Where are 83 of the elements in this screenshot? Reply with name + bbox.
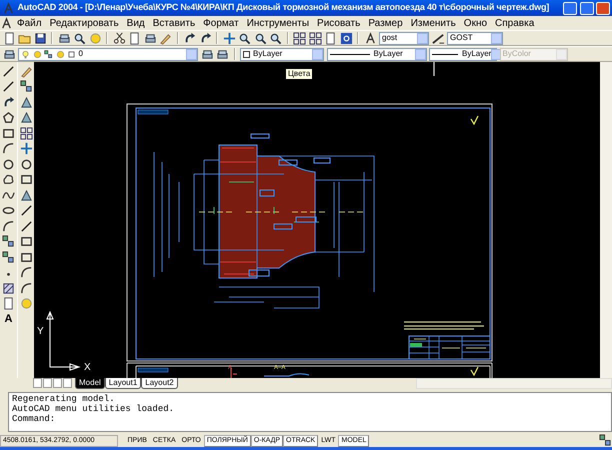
squares-icon [44, 50, 53, 58]
brush-icon[interactable] [159, 32, 172, 44]
color-dropdown[interactable]: ByLayer [240, 48, 324, 60]
menu-item[interactable]: Рисовать [313, 16, 364, 30]
square-icon [67, 50, 76, 58]
menu-item[interactable]: Вставить [148, 16, 200, 30]
polygon-icon[interactable] [2, 111, 15, 124]
line-icon[interactable] [2, 64, 15, 78]
ucs-axis-label: X [84, 361, 91, 375]
layout-tab[interactable]: Model [75, 378, 105, 389]
document-icon [0, 16, 13, 30]
sun-icon [56, 50, 64, 58]
lineweight-dropdown[interactable]: ByLayer [429, 48, 497, 60]
command-prompt[interactable]: Command: [12, 414, 608, 424]
text-tool-button[interactable]: A [4, 312, 12, 324]
app-icon [2, 2, 15, 14]
text-style-dropdown[interactable]: gost [379, 32, 429, 44]
tray-icon[interactable] [599, 434, 612, 447]
move-icon[interactable] [20, 142, 32, 155]
layer-name: 0 [78, 48, 83, 60]
first-tab-button[interactable] [32, 378, 42, 388]
design-center-icon[interactable] [308, 32, 322, 44]
polyline-icon[interactable] [2, 96, 15, 108]
hatch-icon[interactable] [2, 282, 15, 294]
maximize-button[interactable] [580, 2, 594, 14]
text-style-icon[interactable] [364, 32, 376, 44]
menu-item[interactable]: Файл [13, 16, 46, 30]
color-swatch-icon [243, 50, 250, 58]
redo-icon[interactable] [198, 32, 212, 44]
last-tab-button[interactable] [62, 378, 72, 388]
menu-item[interactable]: Формат [199, 16, 243, 30]
property-value: ByLayer [253, 48, 282, 60]
menu-item[interactable]: Редактировать [46, 16, 123, 30]
layout-tab[interactable]: Layout2 [141, 378, 178, 389]
vertical-scrollbar[interactable] [600, 62, 612, 378]
pan-icon[interactable] [222, 32, 236, 44]
horizontal-scrollbar[interactable] [416, 378, 612, 389]
save-icon[interactable] [34, 32, 46, 44]
property-value: ByColor [502, 48, 531, 60]
menu-item[interactable]: Окно [460, 16, 492, 30]
arc-icon[interactable] [2, 142, 15, 155]
menu-item[interactable]: Инструменты [242, 16, 314, 30]
ellipse-icon[interactable] [2, 204, 15, 217]
cloud-icon[interactable] [2, 173, 15, 186]
text-style-value: gost [382, 32, 398, 44]
help-icon[interactable] [340, 32, 352, 44]
next-tab-button[interactable] [52, 378, 62, 388]
linetype-dropdown[interactable]: ByLayer [326, 48, 426, 60]
dimension-style-dropdown[interactable]: GOST [447, 32, 503, 44]
layout-tab[interactable]: Layout1 [104, 378, 142, 389]
undo-icon[interactable] [183, 32, 196, 44]
menu-item[interactable]: Размер [364, 16, 407, 30]
menu-item[interactable]: Вид [122, 16, 149, 30]
construction-line-icon[interactable] [2, 80, 15, 93]
lightbulb-icon [21, 50, 30, 58]
make-block-icon[interactable] [2, 250, 15, 264]
menu-item[interactable]: Справка [491, 16, 538, 30]
property-value: ByLayer [462, 48, 492, 60]
window-title: AutoCAD 2004 - [D:\Ленар\Учеба\КУРС №4\КИРА\КП Дисковый тормозной механизм автопоезда 40 т\сборочный чертеж.dwg] [18, 1, 550, 14]
cut-icon[interactable] [112, 32, 126, 44]
insert-block-icon[interactable] [2, 235, 15, 248]
close-button[interactable] [596, 2, 610, 14]
zoom-icon[interactable] [238, 32, 251, 44]
ucs-axis-label: Y [37, 325, 44, 339]
copy-object-icon[interactable] [20, 80, 32, 93]
layer-dropdown[interactable]: 0 [18, 48, 198, 60]
previous-tab-button[interactable] [42, 378, 52, 388]
tooltip: Цвета [285, 68, 314, 80]
command-history-line: AutoCAD menu utilities loaded. [12, 404, 176, 414]
sun-icon [32, 50, 42, 58]
command-history-line: Regenerating model. [12, 394, 116, 404]
ucs-icon [46, 310, 81, 371]
minimize-button[interactable] [563, 2, 577, 14]
dimension-style-icon[interactable] [432, 32, 444, 44]
properties-icon[interactable] [293, 32, 306, 44]
array-icon[interactable] [20, 126, 32, 140]
new-file-icon[interactable] [2, 32, 16, 44]
ellipse-arc-icon[interactable] [2, 220, 15, 232]
menu-item[interactable]: Изменить [406, 16, 460, 30]
rectangle-icon[interactable] [2, 126, 15, 140]
property-value: ByLayer [374, 48, 403, 60]
dimension-style-value: GOST [450, 32, 473, 44]
circle-icon[interactable] [2, 158, 15, 170]
